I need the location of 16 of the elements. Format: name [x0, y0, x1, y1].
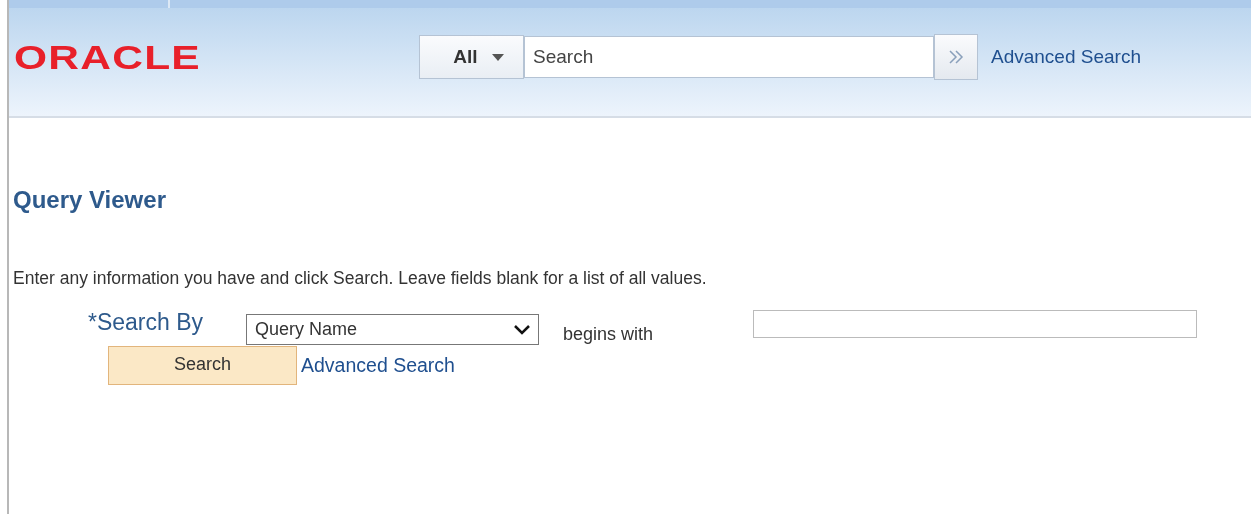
- instructions-text: Enter any information you have and click Search. Leave fields blank for a list of all values.: [13, 268, 708, 289]
- operator-label: begins with: [563, 324, 655, 345]
- search-by-label: *Search By: [88, 309, 205, 336]
- search-button[interactable]: Search: [108, 346, 297, 385]
- advanced-search-link[interactable]: Advanced Search: [991, 46, 1141, 68]
- caret-icon: [491, 53, 504, 61]
- double-chevron-icon: [948, 50, 964, 64]
- chevron-down-icon: [514, 324, 530, 335]
- search-go-button[interactable]: [934, 34, 978, 80]
- oracle-logo: ORACLE: [14, 37, 202, 77]
- search-by-dropdown[interactable]: Query Name: [246, 314, 539, 345]
- search-value-field[interactable]: [753, 310, 1197, 338]
- search-scope-dropdown[interactable]: All: [419, 35, 524, 79]
- search-field[interactable]: Search: [524, 36, 934, 78]
- page-title: Query Viewer: [13, 186, 167, 214]
- advanced-search-link[interactable]: Advanced Search: [301, 354, 455, 377]
